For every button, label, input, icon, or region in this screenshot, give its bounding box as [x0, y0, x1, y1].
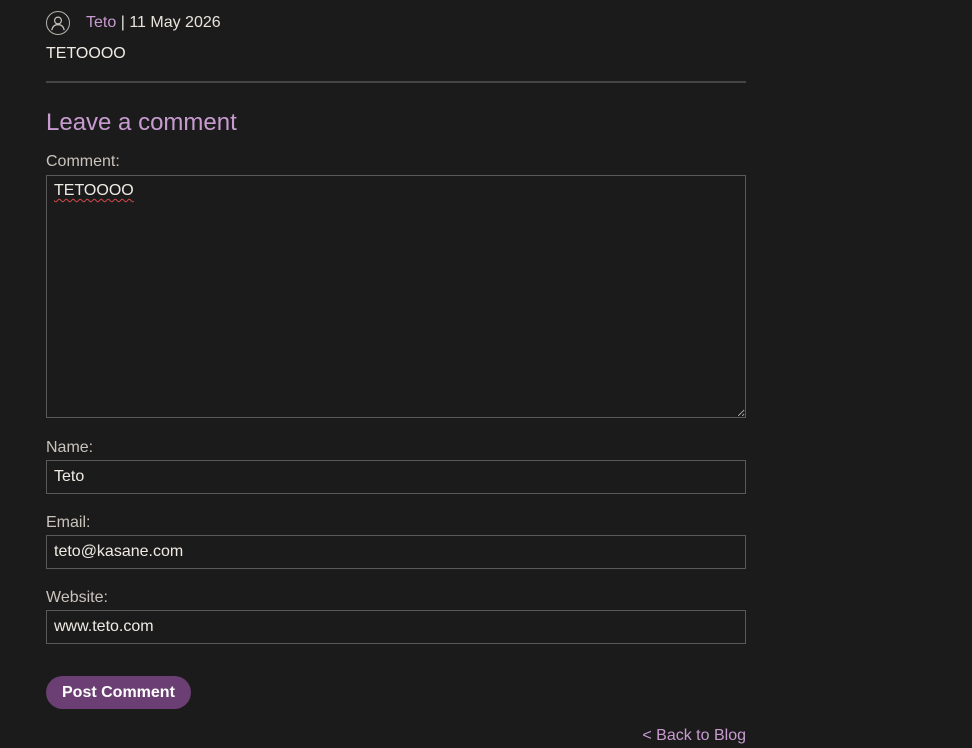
- comment-body: TETOOOO: [46, 45, 126, 62]
- back-to-blog-link[interactable]: < Back to Blog: [642, 727, 746, 745]
- website-field[interactable]: [46, 610, 746, 644]
- email-field[interactable]: [46, 535, 746, 569]
- comment-date: 11 May 2026: [129, 14, 221, 31]
- comment-label: Comment:: [46, 153, 120, 170]
- name-label: Name:: [46, 439, 94, 456]
- meta-separator: |: [120, 14, 125, 31]
- divider: [46, 81, 746, 83]
- comment-form-title: Leave a comment: [46, 109, 237, 136]
- post-comment-button[interactable]: Post Comment: [46, 676, 191, 709]
- website-label: Website:: [46, 589, 108, 606]
- user-avatar-icon: [46, 11, 70, 35]
- email-label: Email:: [46, 514, 91, 531]
- name-field[interactable]: [46, 460, 746, 494]
- comment-author-link[interactable]: Teto: [86, 14, 116, 31]
- comment-header: Teto | 11 May 2026: [46, 9, 221, 37]
- comment-meta: Teto | 11 May 2026: [86, 13, 221, 33]
- comment-textarea[interactable]: TETOOOO: [46, 175, 746, 418]
